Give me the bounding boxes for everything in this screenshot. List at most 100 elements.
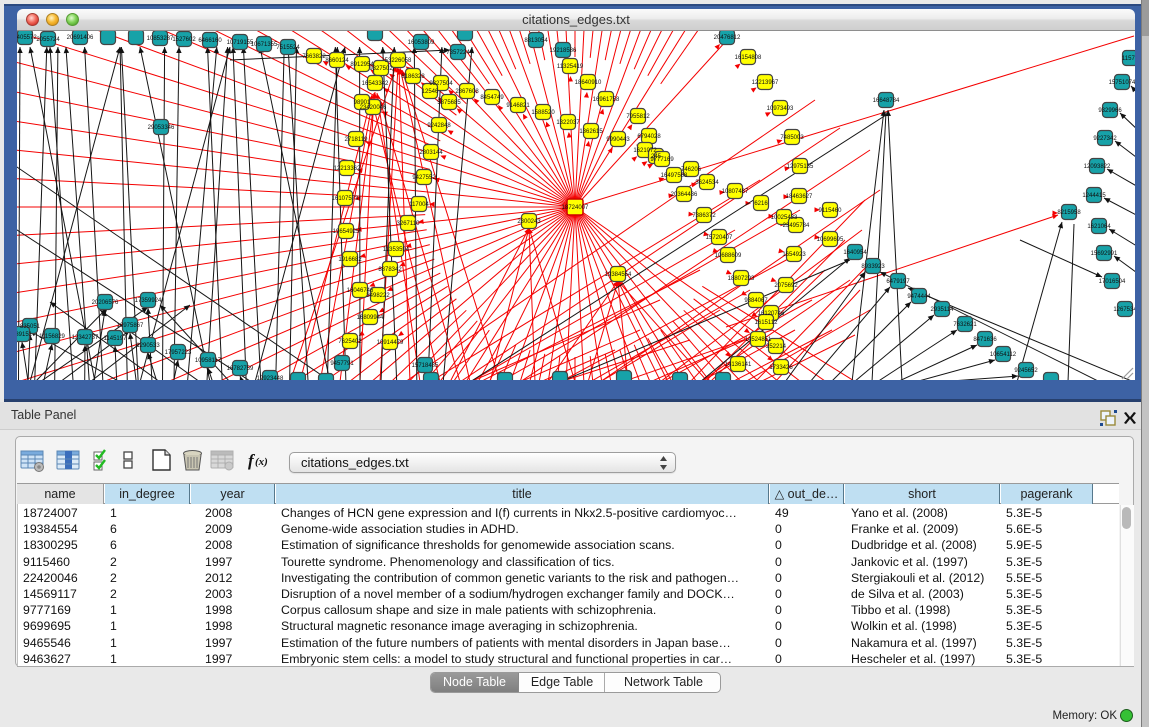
svg-text:1916682: 1916682 bbox=[338, 257, 362, 263]
svg-text:252214: 252214 bbox=[766, 344, 787, 350]
svg-text:1244415: 1244415 bbox=[1082, 193, 1106, 199]
svg-text:9777169: 9777169 bbox=[650, 157, 674, 163]
svg-text:10958117: 10958117 bbox=[195, 358, 222, 364]
svg-text:2055724: 2055724 bbox=[36, 37, 60, 43]
svg-text:117004: 117004 bbox=[409, 202, 429, 208]
svg-text:53226058: 53226058 bbox=[385, 58, 412, 64]
svg-text:15720407: 15720407 bbox=[706, 235, 733, 241]
svg-text:8933923: 8933923 bbox=[861, 264, 885, 270]
svg-text:18463627: 18463627 bbox=[786, 194, 813, 200]
svg-text:16543342: 16543342 bbox=[362, 81, 389, 87]
svg-text:2867608: 2867608 bbox=[455, 89, 479, 95]
svg-text:10699695: 10699695 bbox=[817, 237, 844, 243]
svg-text:15718485: 15718485 bbox=[412, 363, 439, 369]
svg-text:9227342: 9227342 bbox=[1093, 136, 1117, 142]
svg-text:8454749: 8454749 bbox=[480, 95, 504, 101]
svg-text:1588520: 1588520 bbox=[531, 110, 555, 116]
svg-text:1621064: 1621064 bbox=[1087, 224, 1111, 230]
svg-text:1733426: 1733426 bbox=[769, 365, 793, 371]
svg-text:12213362: 12213362 bbox=[334, 166, 361, 172]
svg-text:2718119: 2718119 bbox=[345, 137, 369, 143]
svg-text:16961758: 16961758 bbox=[593, 97, 620, 103]
svg-text:3624534: 3624534 bbox=[695, 180, 719, 186]
svg-text:(x): (x) bbox=[255, 456, 268, 468]
svg-text:1267534: 1267534 bbox=[1113, 307, 1135, 313]
svg-text:9990443: 9990443 bbox=[606, 137, 630, 143]
svg-text:19654925: 19654925 bbox=[333, 229, 360, 235]
svg-text:17359924: 17359924 bbox=[135, 298, 162, 304]
svg-text:9327502: 9327502 bbox=[369, 66, 393, 72]
svg-text:23495784: 23495784 bbox=[783, 223, 810, 229]
svg-text:10975867: 10975867 bbox=[117, 323, 144, 329]
svg-text:1527602: 1527602 bbox=[172, 37, 196, 43]
svg-text:746206: 746206 bbox=[681, 167, 702, 173]
svg-text:18724007: 18724007 bbox=[562, 205, 589, 211]
svg-text:8878342: 8878342 bbox=[378, 267, 402, 273]
svg-text:18640910: 18640910 bbox=[575, 80, 602, 86]
svg-text:1362615: 1362615 bbox=[579, 129, 603, 135]
svg-text:16497568: 16497568 bbox=[661, 173, 688, 179]
svg-text:6479197: 6479197 bbox=[886, 279, 910, 285]
svg-text:6466160: 6466160 bbox=[198, 38, 222, 44]
svg-text:17957223: 17957223 bbox=[165, 350, 192, 356]
svg-text:10807487: 10807487 bbox=[722, 189, 749, 195]
svg-text:16154808: 16154808 bbox=[735, 55, 762, 61]
svg-text:10671355: 10671355 bbox=[251, 42, 278, 48]
svg-text:15751074: 15751074 bbox=[1109, 80, 1135, 86]
svg-text:7955812: 7955812 bbox=[626, 114, 650, 120]
svg-text:1640954: 1640954 bbox=[843, 250, 867, 256]
svg-text:12923448: 12923448 bbox=[257, 376, 284, 380]
svg-text:8215958: 8215958 bbox=[1057, 210, 1081, 216]
svg-text:9329966: 9329966 bbox=[1098, 108, 1122, 114]
svg-text:19384554: 19384554 bbox=[605, 272, 632, 278]
svg-text:2300243: 2300243 bbox=[517, 219, 541, 225]
svg-text:939151: 939151 bbox=[17, 332, 33, 338]
svg-text:14524851: 14524851 bbox=[745, 337, 772, 343]
svg-text:15692991: 15692991 bbox=[1091, 251, 1118, 257]
svg-text:8471636: 8471636 bbox=[973, 337, 997, 343]
svg-text:20691406: 20691406 bbox=[67, 35, 94, 41]
svg-text:20476812: 20476812 bbox=[714, 35, 741, 41]
svg-text:29053346: 29053346 bbox=[148, 125, 175, 131]
svg-text:7632621: 7632621 bbox=[953, 322, 977, 328]
svg-text:11156829: 11156829 bbox=[39, 334, 65, 340]
svg-text:9242848: 9242848 bbox=[427, 123, 451, 129]
svg-text:9427552: 9427552 bbox=[412, 175, 436, 181]
svg-text:1322037: 1322037 bbox=[556, 120, 580, 126]
svg-text:19218586: 19218586 bbox=[550, 48, 577, 54]
svg-text:1145197: 1145197 bbox=[104, 336, 128, 342]
svg-text:7515524: 7515524 bbox=[276, 45, 300, 51]
svg-text:9146821: 9146821 bbox=[506, 103, 530, 109]
svg-text:16053809: 16053809 bbox=[408, 40, 435, 46]
svg-text:16120746: 16120746 bbox=[758, 311, 785, 317]
svg-text:5875685: 5875685 bbox=[437, 100, 461, 106]
svg-text:835051: 835051 bbox=[20, 324, 41, 330]
svg-text:6216: 6216 bbox=[754, 201, 768, 207]
svg-text:16648784: 16648784 bbox=[873, 98, 900, 104]
svg-text:1615112: 1615112 bbox=[755, 320, 779, 326]
svg-text:11578: 11578 bbox=[1122, 56, 1135, 62]
svg-text:9245652: 9245652 bbox=[1014, 368, 1038, 374]
svg-text:6794028: 6794028 bbox=[637, 134, 661, 140]
svg-text:16107573: 16107573 bbox=[332, 196, 359, 202]
svg-text:9457791: 9457791 bbox=[330, 361, 354, 367]
svg-text:8660124: 8660124 bbox=[325, 58, 349, 64]
svg-text:7663822: 7663822 bbox=[302, 54, 326, 60]
svg-text:3498222: 3498222 bbox=[366, 293, 390, 299]
svg-text:17016504: 17016504 bbox=[1099, 279, 1126, 285]
svg-text:1290533: 1290533 bbox=[136, 343, 160, 349]
svg-text:9327504: 9327504 bbox=[429, 81, 453, 87]
svg-text:10914479: 10914479 bbox=[377, 340, 404, 346]
svg-text:7625402: 7625402 bbox=[338, 339, 362, 345]
svg-text:14136141: 14136141 bbox=[725, 362, 752, 368]
svg-text:9115460: 9115460 bbox=[819, 208, 843, 214]
svg-text:2803144: 2803144 bbox=[419, 150, 443, 156]
svg-text:10973493: 10973493 bbox=[767, 106, 794, 112]
svg-text:12975135: 12975135 bbox=[787, 164, 814, 170]
svg-text:16782759: 16782759 bbox=[227, 366, 254, 372]
svg-text:11353594: 11353594 bbox=[383, 247, 410, 253]
svg-text:12342737: 12342737 bbox=[72, 335, 99, 341]
svg-text:18807293: 18807293 bbox=[728, 276, 755, 282]
svg-text:16809944: 16809944 bbox=[357, 315, 384, 321]
svg-text:12213967: 12213967 bbox=[752, 80, 779, 86]
